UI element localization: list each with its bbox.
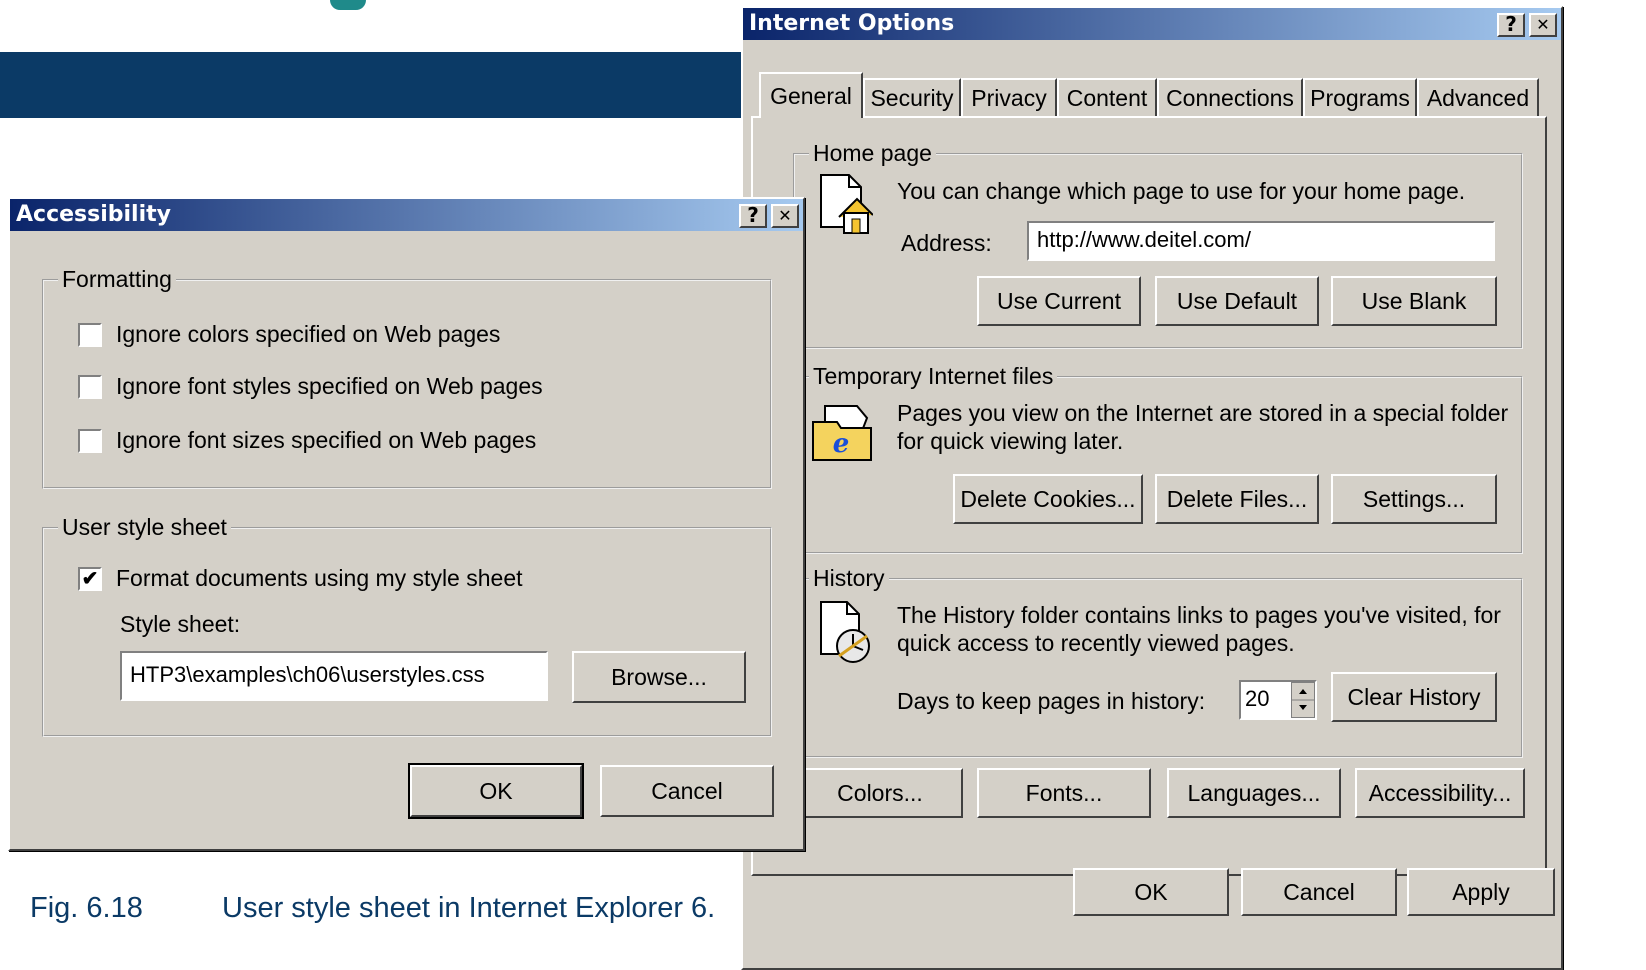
figure-caption: Fig. 6.18 User style sheet in Internet Ex… xyxy=(30,892,715,925)
address-label: Address: xyxy=(901,230,992,256)
figure-number: Fig. 6.18 xyxy=(30,892,143,924)
ignore-font-styles-checkbox[interactable] xyxy=(78,375,102,399)
figure-caption-text: User style sheet in Internet Explorer 6. xyxy=(222,892,716,924)
use-blank-button[interactable]: Use Blank xyxy=(1331,276,1497,326)
address-field[interactable]: http://www.deitel.com/ xyxy=(1027,221,1495,261)
accessibility-dialog: Accessibility ? ✕ Formatting Ignore colo… xyxy=(8,197,805,851)
dialog-title: Internet Options xyxy=(749,11,955,36)
tab-content[interactable]: Content xyxy=(1057,78,1157,116)
user-style-sheet-legend: User style sheet xyxy=(58,513,231,541)
svg-text:e: e xyxy=(833,429,850,459)
tab-connections[interactable]: Connections xyxy=(1157,78,1303,116)
days-to-keep-value: 20 xyxy=(1245,686,1270,711)
clear-history-button[interactable]: Clear History xyxy=(1331,672,1497,722)
history-icon xyxy=(820,601,870,663)
help-button[interactable]: ? xyxy=(1497,13,1525,37)
accessibility-ok-button[interactable]: OK xyxy=(408,763,584,819)
history-legend: History xyxy=(809,564,889,592)
temp-files-description-line1: Pages you view on the Internet are store… xyxy=(897,400,1509,426)
ignore-font-sizes-label: Ignore font sizes specified on Web pages xyxy=(116,427,537,453)
days-to-keep-label: Days to keep pages in history: xyxy=(897,688,1206,714)
languages-button[interactable]: Languages... xyxy=(1167,768,1341,818)
tab-general[interactable]: General xyxy=(759,72,863,118)
tab-privacy[interactable]: Privacy xyxy=(961,78,1057,116)
accessibility-button[interactable]: Accessibility... xyxy=(1355,768,1525,818)
history-description-line1: The History folder contains links to pag… xyxy=(897,602,1501,628)
internet-options-titlebar: Internet Options ? ✕ xyxy=(743,8,1561,40)
accessibility-close-button[interactable]: ✕ xyxy=(771,204,799,228)
ignore-font-sizes-checkbox[interactable] xyxy=(78,429,102,453)
accessibility-help-button[interactable]: ? xyxy=(739,204,767,228)
accessibility-title: Accessibility xyxy=(16,202,171,227)
ok-button[interactable]: OK xyxy=(1073,868,1229,916)
days-spinner[interactable] xyxy=(1291,682,1315,718)
format-documents-label: Format documents using my style sheet xyxy=(116,565,523,591)
use-current-button[interactable]: Use Current xyxy=(977,276,1141,326)
internet-options-dialog: Internet Options ? ✕ General Security Pr… xyxy=(741,6,1563,970)
colors-button[interactable]: Colors... xyxy=(797,768,963,818)
apply-button[interactable]: Apply xyxy=(1407,868,1555,916)
history-description-line2: quick access to recently viewed pages. xyxy=(897,630,1295,656)
ignore-colors-label: Ignore colors specified on Web pages xyxy=(116,321,501,347)
style-sheet-field[interactable]: HTP3\examples\ch06\userstyles.css xyxy=(120,651,548,701)
format-documents-checkbox[interactable]: ✔ xyxy=(78,567,102,591)
fonts-button[interactable]: Fonts... xyxy=(977,768,1151,818)
temporary-files-legend: Temporary Internet files xyxy=(809,362,1058,390)
ignore-font-styles-label: Ignore font styles specified on Web page… xyxy=(116,373,543,399)
use-default-button[interactable]: Use Default xyxy=(1155,276,1319,326)
cancel-button[interactable]: Cancel xyxy=(1241,868,1397,916)
browse-button[interactable]: Browse... xyxy=(572,651,746,703)
tab-advanced[interactable]: Advanced xyxy=(1417,78,1539,116)
home-page-icon xyxy=(820,174,873,234)
spinner-arrows-icon xyxy=(1292,689,1314,710)
ignore-colors-checkbox[interactable] xyxy=(78,323,102,347)
close-button[interactable]: ✕ xyxy=(1529,13,1557,37)
home-page-description: You can change which page to use for you… xyxy=(897,178,1466,204)
settings-button[interactable]: Settings... xyxy=(1331,474,1497,524)
ie-folder-icon: e xyxy=(812,405,872,461)
slide-decoration xyxy=(330,0,366,10)
style-sheet-label: Style sheet: xyxy=(120,611,241,637)
home-page-legend: Home page xyxy=(809,139,936,167)
delete-files-button[interactable]: Delete Files... xyxy=(1155,474,1319,524)
slide-header-bar xyxy=(0,52,790,118)
accessibility-cancel-button[interactable]: Cancel xyxy=(600,765,774,817)
temp-files-description-line2: for quick viewing later. xyxy=(897,428,1124,454)
formatting-legend: Formatting xyxy=(58,265,176,293)
delete-cookies-button[interactable]: Delete Cookies... xyxy=(953,474,1143,524)
tab-security[interactable]: Security xyxy=(863,78,961,116)
tab-programs[interactable]: Programs xyxy=(1303,78,1417,116)
accessibility-titlebar: Accessibility ? ✕ xyxy=(10,199,803,231)
